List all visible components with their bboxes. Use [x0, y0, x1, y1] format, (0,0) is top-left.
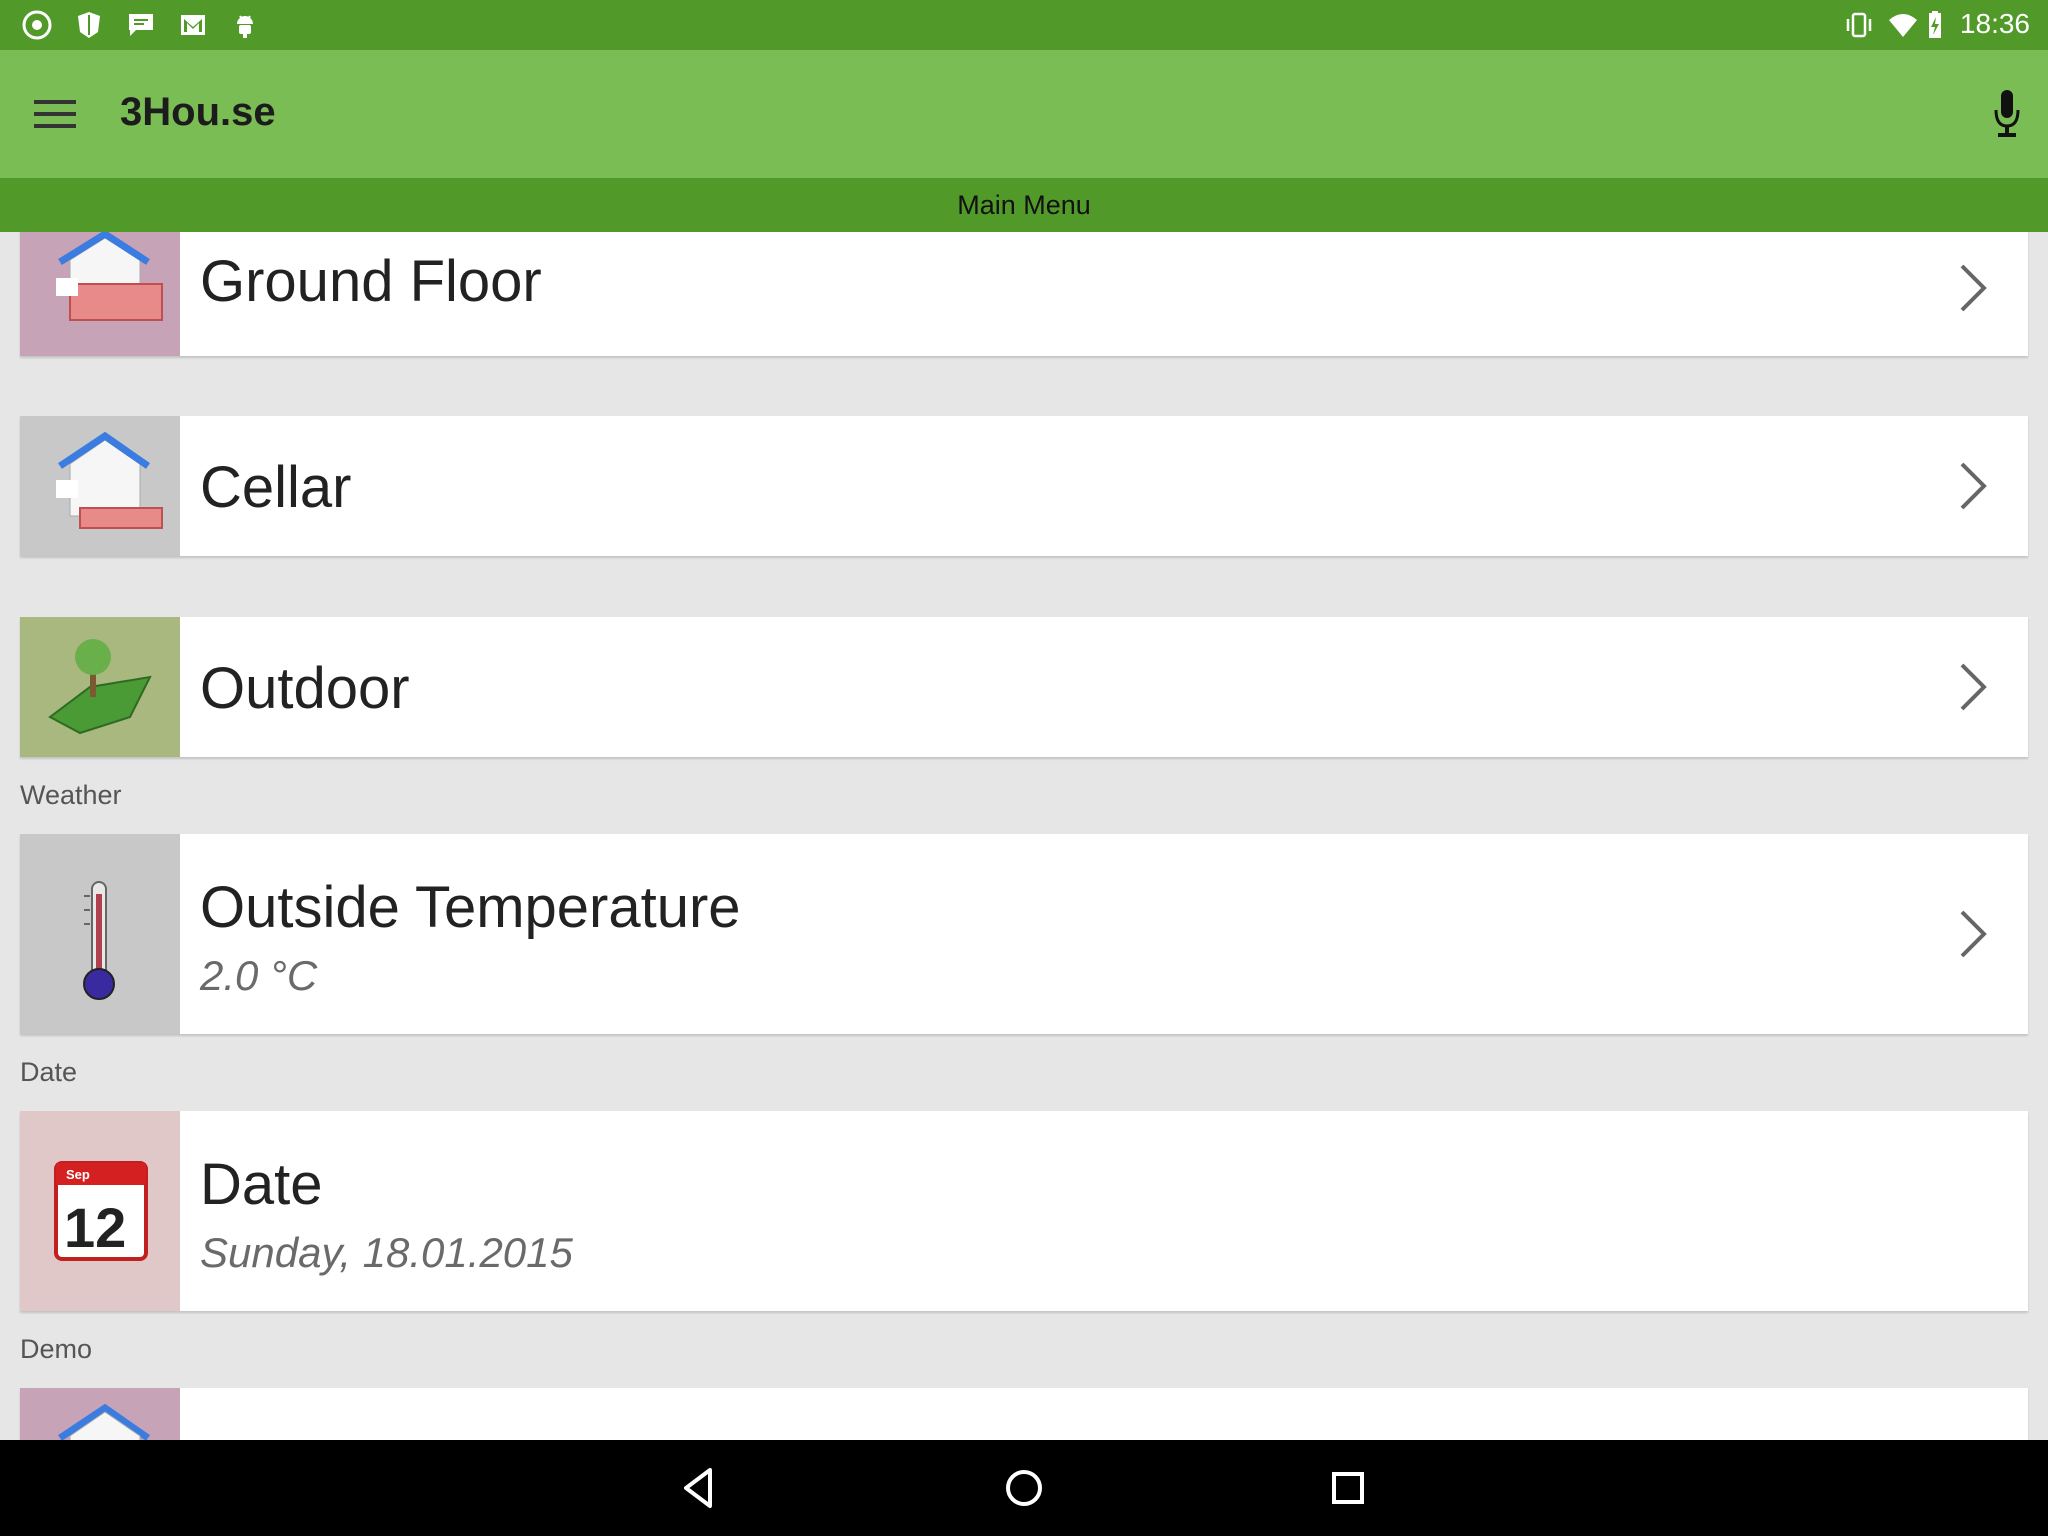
chevron-right-icon — [1960, 910, 1987, 958]
chevron-right-icon — [1960, 462, 1987, 510]
house-cellar-icon — [20, 416, 180, 556]
sub-header-title: Main Menu — [0, 178, 2048, 232]
home-icon[interactable] — [998, 1462, 1050, 1514]
list-item-outdoor[interactable]: Outdoor — [20, 617, 2028, 757]
chevron-right-icon — [1960, 663, 1987, 711]
section-header-date: Date — [20, 1057, 78, 1087]
microphone-icon[interactable] — [1992, 88, 2022, 140]
battery-charging-icon — [1929, 11, 1941, 38]
calendar-day: 12 — [64, 1196, 126, 1259]
shield-icon — [78, 12, 100, 38]
hamburger-icon[interactable] — [34, 100, 76, 128]
list-item-date[interactable]: Sep 12 Date Sunday, 18.01.2015 — [20, 1111, 2028, 1311]
calendar-month: Sep — [66, 1167, 90, 1182]
chevron-right-icon — [1960, 264, 1987, 312]
status-bar: 18:36 — [0, 0, 2048, 50]
back-icon[interactable] — [674, 1462, 726, 1514]
list-item-demo[interactable] — [20, 1388, 2028, 1440]
item-title: Date — [200, 1152, 323, 1217]
list-item-ground-floor[interactable]: Ground Floor — [20, 232, 2028, 356]
item-title: Cellar — [200, 455, 352, 520]
main-menu-list: Ground Floor Cellar Outdoor Weather Outs… — [0, 232, 2048, 1440]
item-title: Ground Floor — [200, 249, 542, 314]
recents-icon[interactable] — [1322, 1462, 1374, 1514]
chrome-icon — [22, 10, 52, 40]
app-title: 3Hou.se — [120, 90, 276, 134]
house-demo-icon — [20, 1388, 180, 1440]
item-title: Outdoor — [200, 656, 410, 721]
android-icon — [237, 15, 253, 38]
vibrate-icon — [1846, 12, 1872, 38]
calendar-icon: Sep 12 — [20, 1111, 180, 1311]
outdoor-tree-icon — [20, 617, 180, 757]
navigation-bar — [0, 1440, 2048, 1536]
gmail-icon — [181, 15, 205, 35]
chat-icon — [129, 14, 153, 36]
list-item-outside-temperature[interactable]: Outside Temperature 2.0 °C — [20, 834, 2028, 1034]
app-bar: 3Hou.se — [0, 50, 2048, 178]
item-value: Sunday, 18.01.2015 — [200, 1229, 573, 1276]
list-item-cellar[interactable]: Cellar — [20, 416, 2028, 556]
status-time: 18:36 — [1959, 8, 2030, 39]
thermometer-icon — [20, 834, 180, 1034]
item-title: Outside Temperature — [200, 875, 741, 940]
house-ground-floor-icon — [20, 232, 180, 356]
section-header-weather: Weather — [20, 780, 122, 810]
wifi-icon — [1889, 14, 1917, 37]
section-header-demo: Demo — [20, 1334, 93, 1364]
item-value: 2.0 °C — [200, 952, 318, 999]
